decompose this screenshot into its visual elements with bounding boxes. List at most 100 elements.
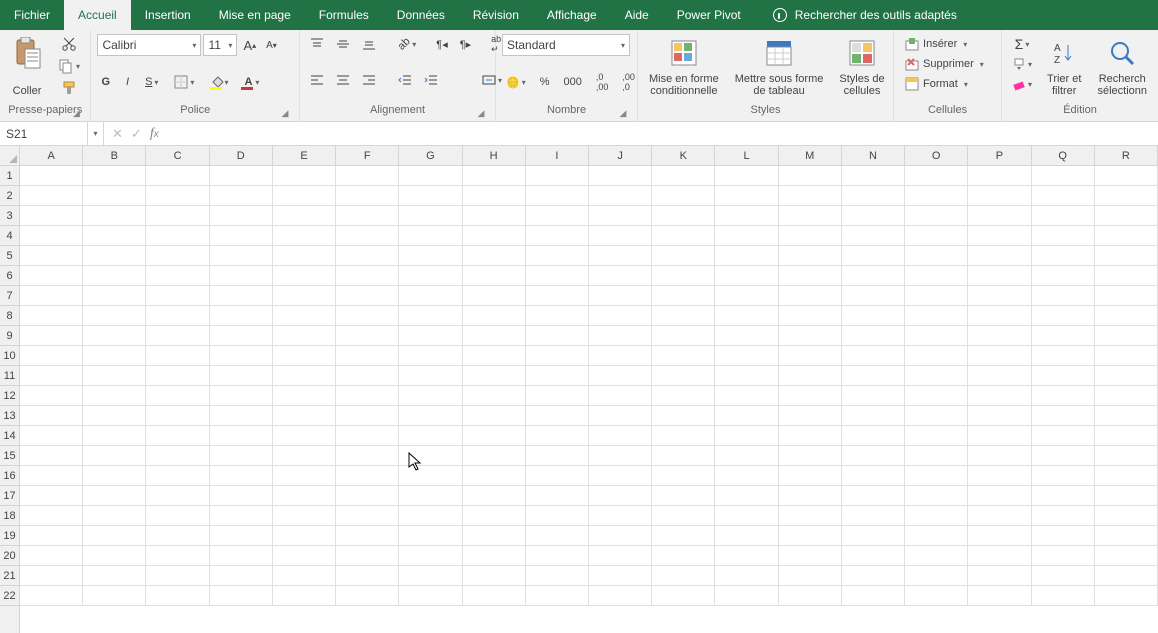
cell[interactable]: [589, 446, 652, 466]
cell[interactable]: [715, 246, 778, 266]
cell[interactable]: [399, 566, 462, 586]
tab-affichage[interactable]: Affichage: [533, 0, 611, 30]
cell[interactable]: [273, 566, 336, 586]
cell[interactable]: [83, 326, 146, 346]
currency-button[interactable]: 🪙▾: [502, 72, 530, 92]
cell[interactable]: [968, 466, 1031, 486]
column-header-Q[interactable]: Q: [1032, 146, 1095, 165]
tab-accueil[interactable]: Accueil: [64, 0, 131, 30]
cell[interactable]: [273, 386, 336, 406]
cell[interactable]: [336, 226, 399, 246]
percent-button[interactable]: %: [536, 72, 554, 92]
cell[interactable]: [146, 466, 209, 486]
cell[interactable]: [715, 446, 778, 466]
cell[interactable]: [1032, 446, 1095, 466]
cell[interactable]: [210, 366, 273, 386]
cell[interactable]: [652, 286, 715, 306]
cell[interactable]: [273, 586, 336, 606]
cell[interactable]: [1032, 566, 1095, 586]
increase-font-button[interactable]: A▴: [239, 35, 260, 55]
cell[interactable]: [399, 506, 462, 526]
cell[interactable]: [526, 266, 589, 286]
cell[interactable]: [526, 566, 589, 586]
cell[interactable]: [1032, 486, 1095, 506]
chevron-down-icon[interactable]: ▾: [192, 41, 196, 50]
cell[interactable]: [210, 426, 273, 446]
cell[interactable]: [905, 206, 968, 226]
cell[interactable]: [1032, 406, 1095, 426]
cell[interactable]: [1095, 526, 1158, 546]
cell[interactable]: [336, 406, 399, 426]
cell[interactable]: [83, 266, 146, 286]
cell[interactable]: [146, 366, 209, 386]
cell[interactable]: [273, 526, 336, 546]
cell[interactable]: [968, 186, 1031, 206]
cell[interactable]: [842, 386, 905, 406]
cell[interactable]: [273, 266, 336, 286]
cell[interactable]: [968, 426, 1031, 446]
cell[interactable]: [210, 326, 273, 346]
cell[interactable]: [146, 446, 209, 466]
cell[interactable]: [273, 406, 336, 426]
cell[interactable]: [1032, 586, 1095, 606]
cell[interactable]: [779, 386, 842, 406]
cell[interactable]: [210, 226, 273, 246]
row-header-18[interactable]: 18: [0, 506, 19, 526]
cell[interactable]: [463, 286, 526, 306]
tab-mise-en-page[interactable]: Mise en page: [205, 0, 305, 30]
cell[interactable]: [905, 326, 968, 346]
cell[interactable]: [968, 526, 1031, 546]
cell[interactable]: [336, 526, 399, 546]
cell[interactable]: [968, 406, 1031, 426]
cell[interactable]: [399, 446, 462, 466]
cell[interactable]: [968, 166, 1031, 186]
cell[interactable]: [715, 266, 778, 286]
align-center-button[interactable]: [332, 70, 354, 90]
column-header-I[interactable]: I: [526, 146, 589, 165]
cell[interactable]: [526, 366, 589, 386]
clipboard-dialog-launcher[interactable]: ◢: [70, 107, 82, 119]
cell[interactable]: [1095, 326, 1158, 346]
cell[interactable]: [968, 446, 1031, 466]
cell[interactable]: [652, 386, 715, 406]
cell[interactable]: [1095, 566, 1158, 586]
cell[interactable]: [146, 186, 209, 206]
cell[interactable]: [589, 586, 652, 606]
cell[interactable]: [1095, 226, 1158, 246]
cell[interactable]: [146, 206, 209, 226]
cell[interactable]: [589, 226, 652, 246]
cell[interactable]: [1032, 186, 1095, 206]
format-cells-button[interactable]: Format▾: [900, 74, 996, 94]
fill-button[interactable]: ▾: [1008, 54, 1036, 74]
row-header-17[interactable]: 17: [0, 486, 19, 506]
cell[interactable]: [20, 546, 83, 566]
italic-button[interactable]: I: [122, 72, 133, 92]
cell[interactable]: [842, 466, 905, 486]
cell[interactable]: [210, 166, 273, 186]
cell[interactable]: [336, 466, 399, 486]
cell[interactable]: [589, 466, 652, 486]
cell[interactable]: [1032, 306, 1095, 326]
align-right-button[interactable]: [358, 70, 380, 90]
row-header-19[interactable]: 19: [0, 526, 19, 546]
cell[interactable]: [526, 526, 589, 546]
column-header-E[interactable]: E: [273, 146, 336, 165]
cell[interactable]: [1095, 366, 1158, 386]
cell[interactable]: [652, 186, 715, 206]
align-bottom-button[interactable]: [358, 34, 380, 54]
cell[interactable]: [463, 186, 526, 206]
cell[interactable]: [779, 426, 842, 446]
cell[interactable]: [83, 386, 146, 406]
cell[interactable]: [399, 406, 462, 426]
cell[interactable]: [652, 586, 715, 606]
cell[interactable]: [589, 526, 652, 546]
cell[interactable]: [463, 386, 526, 406]
cell[interactable]: [146, 286, 209, 306]
cell[interactable]: [146, 346, 209, 366]
cell[interactable]: [1032, 546, 1095, 566]
cell[interactable]: [336, 506, 399, 526]
cell[interactable]: [779, 226, 842, 246]
cell[interactable]: [20, 406, 83, 426]
cell[interactable]: [336, 246, 399, 266]
cell[interactable]: [399, 266, 462, 286]
